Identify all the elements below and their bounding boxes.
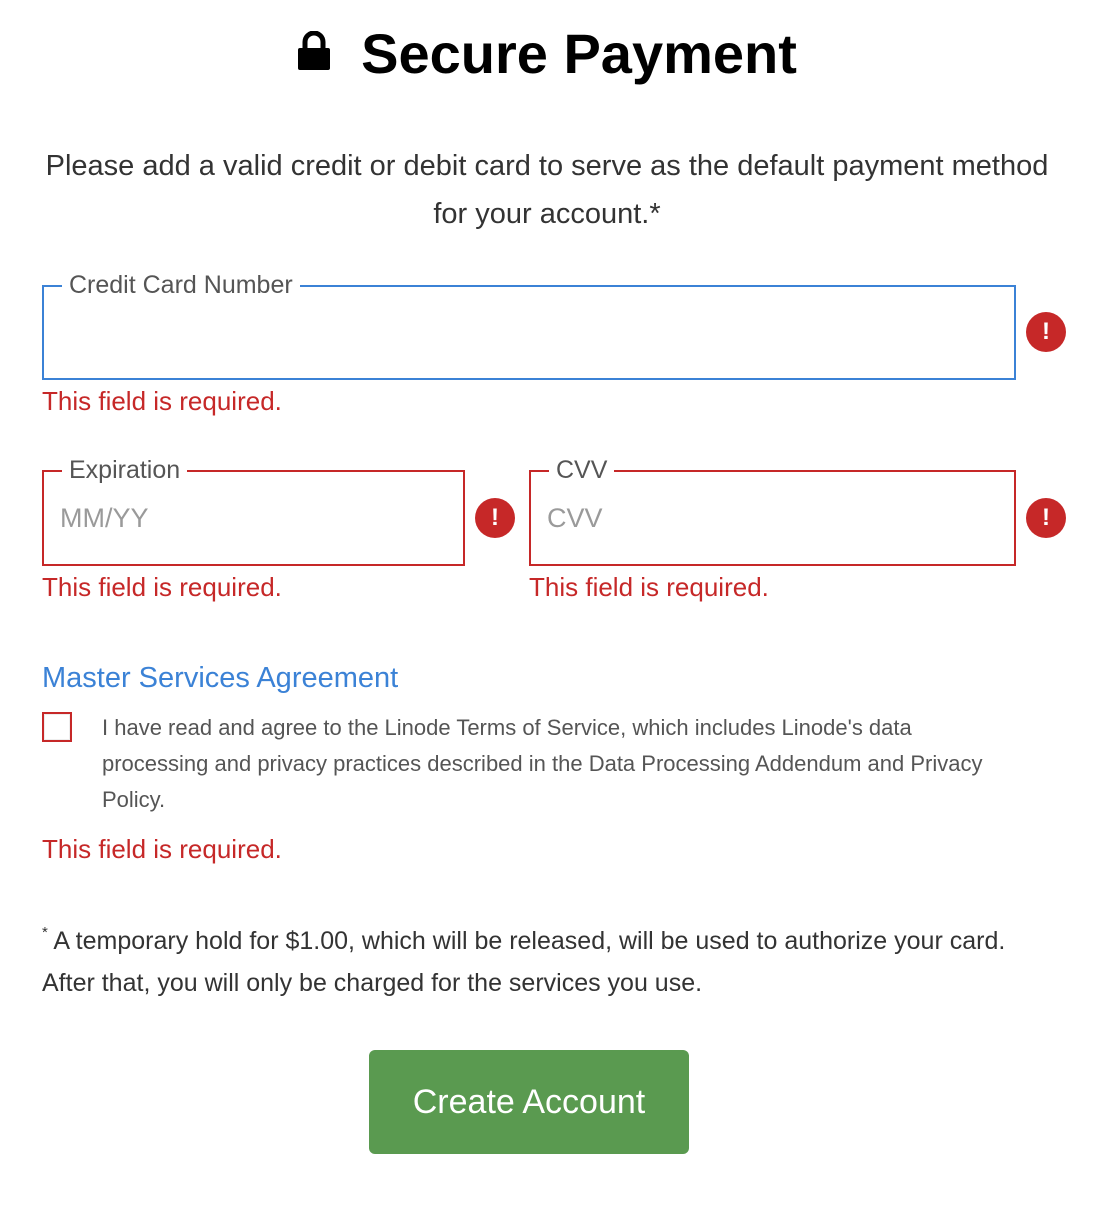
card-number-error: This field is required. <box>42 386 282 416</box>
msa-checkbox[interactable] <box>42 712 72 742</box>
card-number-error-icon: ! <box>1026 312 1066 352</box>
expiration-error-icon: ! <box>475 498 515 538</box>
hold-footnote: * A temporary hold for $1.00, which will… <box>42 920 1032 1004</box>
expiration-error: This field is required. <box>42 572 282 602</box>
expiration-input[interactable] <box>60 498 439 538</box>
msa-heading[interactable]: Master Services Agreement <box>42 660 398 696</box>
page-title-text: Secure Payment <box>361 22 797 85</box>
footnote-text: A temporary hold for $1.00, which will b… <box>42 927 1006 997</box>
cvv-label: CVV <box>549 455 615 485</box>
cvv-input[interactable] <box>547 498 990 538</box>
payment-page: Secure Payment Please add a valid credit… <box>0 0 1094 1232</box>
cvv-field[interactable]: CVV <box>529 455 1016 566</box>
card-number-input[interactable] <box>60 313 990 353</box>
lock-icon <box>297 16 331 88</box>
expiration-label: Expiration <box>62 455 188 485</box>
card-number-label: Credit Card Number <box>62 270 300 300</box>
card-number-field[interactable]: Credit Card Number <box>42 270 1016 380</box>
expiration-field[interactable]: Expiration <box>42 455 465 566</box>
cvv-error-icon: ! <box>1026 498 1066 538</box>
cvv-error: This field is required. <box>529 572 769 602</box>
page-title: Secure Payment <box>0 18 1094 94</box>
create-account-button[interactable]: Create Account <box>369 1050 689 1154</box>
intro-text: Please add a valid credit or debit card … <box>45 150 1049 230</box>
msa-agreement-text: I have read and agree to the Linode Term… <box>102 715 983 812</box>
msa-error: This field is required. <box>42 834 282 864</box>
